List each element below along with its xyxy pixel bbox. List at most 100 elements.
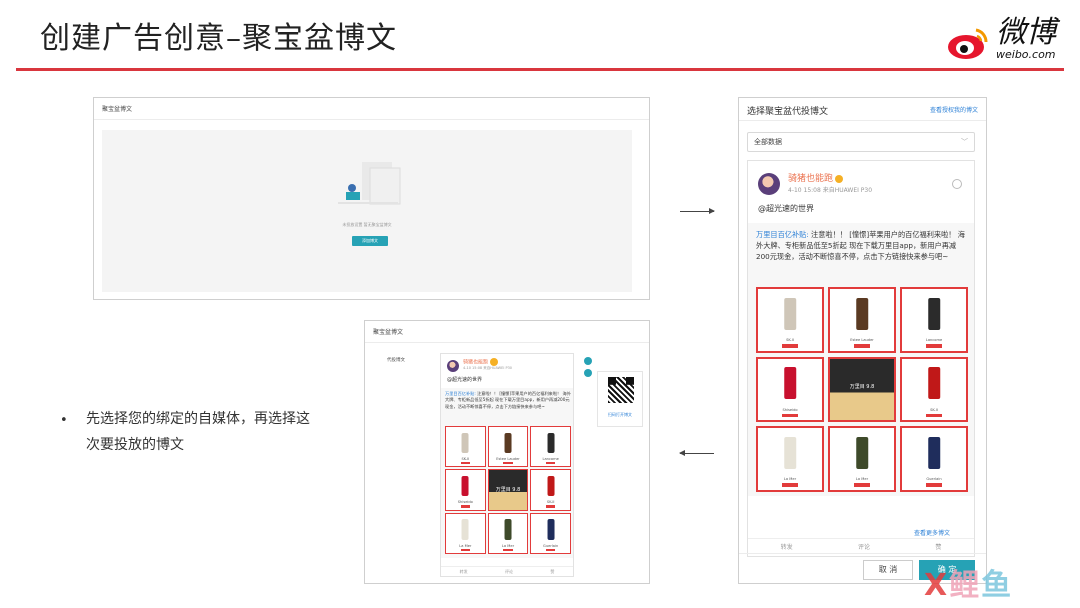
product-name: Estee Lauder	[496, 456, 520, 461]
logo-subtext: weibo.com	[996, 48, 1056, 61]
product-name: Guerlain	[543, 543, 559, 548]
buy-button[interactable]	[503, 548, 513, 552]
product-name: La Mer	[501, 543, 515, 548]
bullet-icon: •	[60, 413, 68, 428]
post-select-radio[interactable]	[952, 179, 962, 189]
product-cell[interactable]: 万里目 9.8	[487, 469, 529, 511]
comment-button[interactable]: 评论	[505, 567, 513, 576]
filter-value: 全部数据	[754, 138, 782, 146]
product-image	[784, 297, 796, 330]
more-posts-link[interactable]: 查看更多博文	[914, 528, 950, 537]
product-cell[interactable]: Shiseido	[445, 469, 486, 511]
product-cell[interactable]: Lancome	[530, 426, 571, 468]
product-cell[interactable]: SK-II	[445, 426, 486, 468]
product-name: La Mer	[855, 477, 869, 482]
product-cell[interactable]: SK-II	[900, 356, 968, 423]
product-cell[interactable]: Shiseido	[756, 356, 824, 423]
product-cell[interactable]: Lancome	[900, 287, 968, 353]
product-image	[461, 519, 469, 540]
post-card: 骑猪也能跑 4-10 15:08 来自HUAWEI P30 @超光速的世界 万里…	[440, 353, 574, 577]
empty-hint: 未投放设置 暂无聚宝盆博文	[342, 222, 392, 227]
product-image	[461, 432, 469, 453]
product-cell[interactable]: SK-II	[756, 287, 824, 353]
product-cell[interactable]: La Mer	[828, 426, 896, 492]
product-image	[504, 432, 512, 453]
product-cell[interactable]: 万里目 9.8	[828, 356, 896, 423]
buy-button[interactable]	[782, 343, 798, 348]
post-meta: 4-10 15:08 来自HUAWEI P30	[788, 187, 873, 194]
empty-canvas: 未投放设置 暂无聚宝盆博文 添加博文	[102, 130, 632, 292]
product-cell[interactable]: Estee Lauder	[487, 426, 529, 468]
buy-button[interactable]	[460, 462, 470, 465]
buy-button[interactable]	[782, 483, 798, 487]
buy-button[interactable]	[503, 462, 513, 465]
product-image	[547, 519, 555, 540]
divider	[739, 120, 986, 121]
like-button[interactable]: 赞	[550, 567, 554, 576]
buy-button[interactable]	[460, 505, 470, 508]
buy-button[interactable]	[546, 505, 556, 508]
product-image	[547, 432, 555, 453]
post-text: 万里目百亿补贴: 注意啦！！ [憧憬]苹果用户的百亿福利来啦！ 海外大牌、专柜新…	[756, 230, 965, 261]
buy-button[interactable]	[926, 483, 942, 487]
delete-icon[interactable]	[584, 369, 592, 377]
product-name: Lancome	[925, 338, 943, 343]
post-card[interactable]: 骑猪也能跑 4-10 15:08 来自HUAWEI P30 @超光速的世界 万里…	[747, 160, 975, 557]
buy-button[interactable]	[854, 483, 870, 487]
product-name: Shiseido	[782, 407, 798, 412]
product-cell[interactable]: La Mer	[487, 512, 529, 554]
product-cell[interactable]: Estee Lauder	[828, 287, 896, 353]
view-authorized-link[interactable]: 查看授权我的博文	[930, 105, 978, 114]
product-image	[856, 297, 868, 330]
weibo-logo: 微博 weibo.com	[946, 16, 1066, 62]
product-name: Guerlain	[926, 477, 942, 482]
field-label: 代投博文	[387, 358, 405, 363]
buy-button[interactable]	[460, 548, 470, 552]
add-post-button[interactable]: 添加博文	[352, 236, 388, 246]
product-name: 万里目 9.8	[849, 384, 875, 391]
selected-post-screenshot: 聚宝盆博文 代投博文 骑猪也能跑 4-10 15:08 来自HUAWEI P30…	[364, 320, 650, 584]
product-image	[928, 297, 940, 330]
buy-button[interactable]	[546, 462, 556, 465]
product-image	[504, 519, 512, 540]
buy-button[interactable]	[854, 343, 870, 348]
post-meta: 4-10 15:08 来自HUAWEI P30	[463, 366, 513, 370]
post-body: 万里目百亿补贴: 注意啦！！ [憧憬]苹果用户的百亿福利来啦！ 海外大牌、专柜新…	[748, 223, 974, 496]
buy-button[interactable]	[782, 413, 798, 418]
product-name: SK-II	[461, 456, 470, 461]
crown-icon	[490, 358, 499, 366]
post-username: 骑猪也能跑	[463, 358, 499, 366]
arrow-right-icon	[680, 208, 715, 214]
post-actions: 转发 评论 赞	[441, 566, 573, 576]
arrow-left-icon	[679, 450, 714, 456]
data-filter-select[interactable]: 全部数据 ﹀	[747, 132, 975, 152]
product-image	[856, 436, 868, 470]
product-cell[interactable]: La Mer	[756, 426, 824, 492]
product-grid: SK-II Estee Lauder Lancome Shiseido 万里目 9.8 S…	[756, 287, 968, 492]
product-cell[interactable]: Guerlain	[530, 512, 571, 554]
product-image	[784, 436, 796, 470]
post-username: 骑猪也能跑	[788, 171, 844, 184]
qr-card: 扫码打开博文	[597, 371, 643, 427]
product-grid: SK-II Estee Lauder Lancome Shiseido 万里目 9.8 S…	[445, 426, 571, 554]
product-cell[interactable]: SK-II	[530, 469, 571, 511]
qr-code-icon	[608, 377, 634, 403]
product-image	[547, 475, 555, 497]
modal-title: 选择聚宝盆代投博文	[747, 107, 829, 117]
panel-header: 聚宝盆博文	[365, 321, 649, 343]
post-body: 万里目百亿补贴: 注意啦！！ [憧憬]苹果用户的百亿福利来啦！ 海外大牌、专柜新…	[441, 388, 573, 558]
product-cell[interactable]: La Mer	[445, 512, 486, 554]
product-name: La Mer	[459, 543, 472, 548]
repost-button[interactable]: 转发	[460, 567, 468, 576]
cancel-button[interactable]: 取 消	[863, 560, 913, 580]
buy-button[interactable]	[546, 548, 556, 552]
post-mention: @超光速的世界	[758, 204, 814, 213]
product-name: La Mer	[783, 477, 797, 482]
buy-button[interactable]	[926, 413, 942, 418]
chevron-down-icon: ﹀	[961, 138, 968, 146]
buy-button[interactable]	[926, 343, 942, 348]
avatar	[447, 360, 459, 372]
refresh-icon[interactable]	[584, 357, 592, 365]
product-cell[interactable]: Guerlain	[900, 426, 968, 492]
product-name: Lancome	[542, 456, 559, 461]
